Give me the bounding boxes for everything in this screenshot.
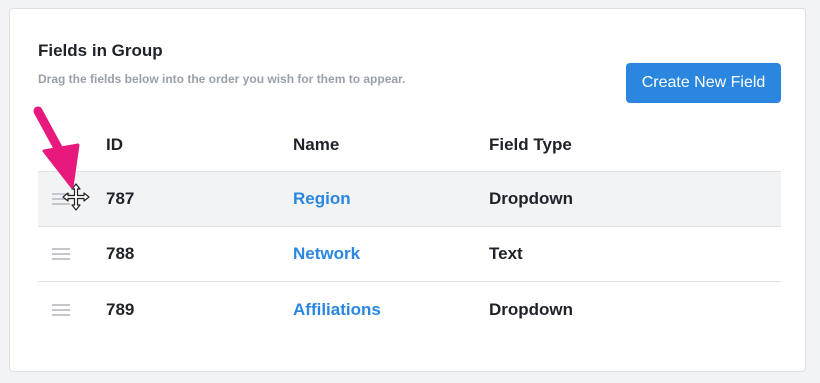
column-header-id: ID [106,135,123,154]
drag-handle-icon[interactable] [52,282,70,337]
row-id: 788 [106,244,135,263]
pointer-arrow-icon [33,106,80,189]
panel-title: Fields in Group [38,41,163,60]
table-row[interactable]: 788 Network Text [38,227,781,282]
row-name-link[interactable]: Network [293,227,360,281]
drag-handle-icon[interactable] [52,227,70,281]
row-field-type: Text [489,244,523,263]
row-field-type: Dropdown [489,189,574,208]
table-row[interactable]: 787 Region Dropdown [38,172,781,227]
fields-in-group-panel: Fields in Group Drag the fields below in… [9,8,806,372]
table-row[interactable]: 789 Affiliations Dropdown [38,282,781,337]
column-header-field-type: Field Type [489,135,572,154]
row-id: 789 [106,299,135,319]
column-header-name: Name [293,135,340,154]
row-id: 787 [106,189,135,208]
create-new-field-button[interactable]: Create New Field [626,63,781,103]
row-name-link[interactable]: Affiliations [293,282,381,337]
fields-table: ID Name Field Type 787 Region Dropdown 7… [38,119,781,337]
row-name-link[interactable]: Region [293,172,351,226]
row-field-type: Dropdown [489,299,574,319]
panel-subtitle: Drag the fields below into the order you… [38,72,406,86]
table-header-row: ID Name Field Type [38,119,781,172]
